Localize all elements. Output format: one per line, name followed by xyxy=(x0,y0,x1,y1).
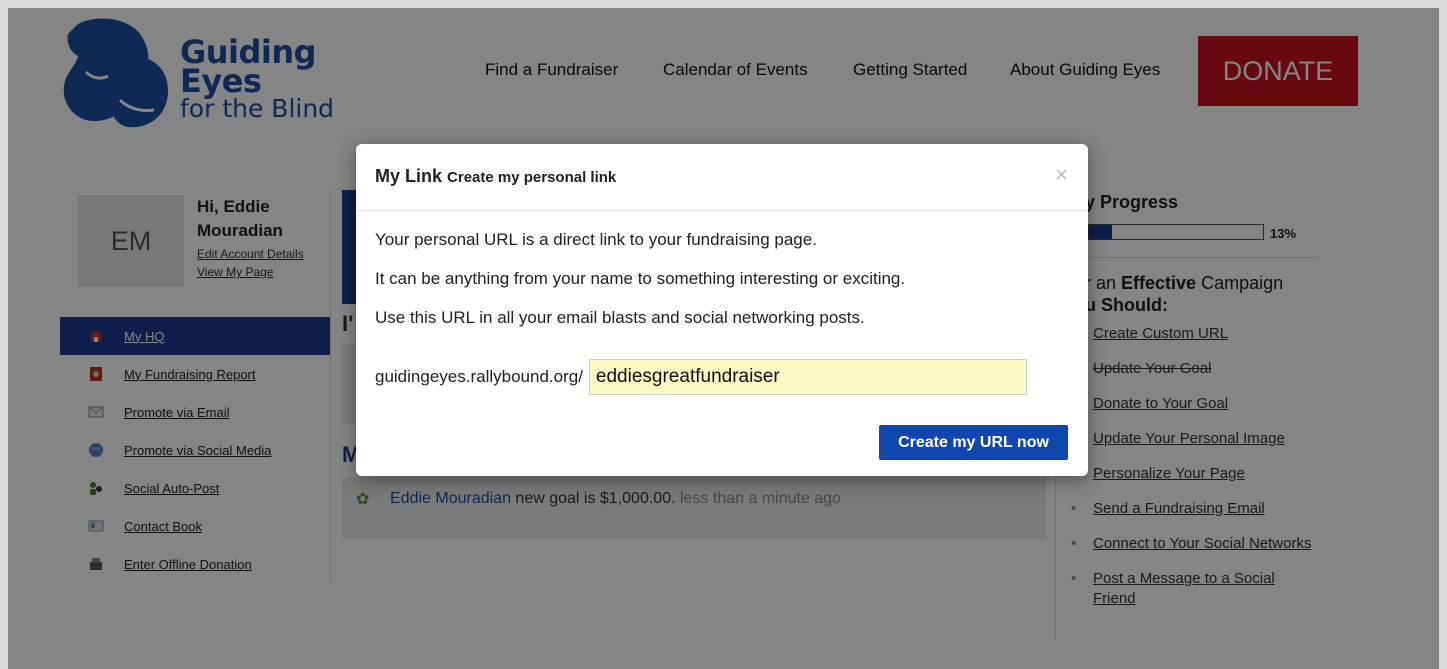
custom-url-input[interactable] xyxy=(588,359,1027,395)
modal-title: My Link Create my personal link xyxy=(375,166,617,186)
modal-body: Your personal URL is a direct link to yo… xyxy=(375,230,1075,347)
my-link-modal: My Link Create my personal link × Your p… xyxy=(356,144,1088,476)
create-url-button[interactable]: Create my URL now xyxy=(879,425,1068,460)
modal-subtitle: Create my personal link xyxy=(447,169,617,186)
url-prefix: guidingeyes.rallybound.org/ xyxy=(375,367,583,386)
modal-text-line: Your personal URL is a direct link to yo… xyxy=(375,230,817,249)
close-icon[interactable]: × xyxy=(1055,162,1068,188)
modal-text-line: Use this URL in all your email blasts an… xyxy=(375,308,865,327)
modal-header: My Link Create my personal link × xyxy=(356,144,1088,211)
url-row: guidingeyes.rallybound.org/ xyxy=(375,359,1027,395)
page: Guiding Eyes for the Blind Find a Fundra… xyxy=(8,8,1439,669)
modal-text-line: It can be anything from your name to som… xyxy=(375,269,906,288)
